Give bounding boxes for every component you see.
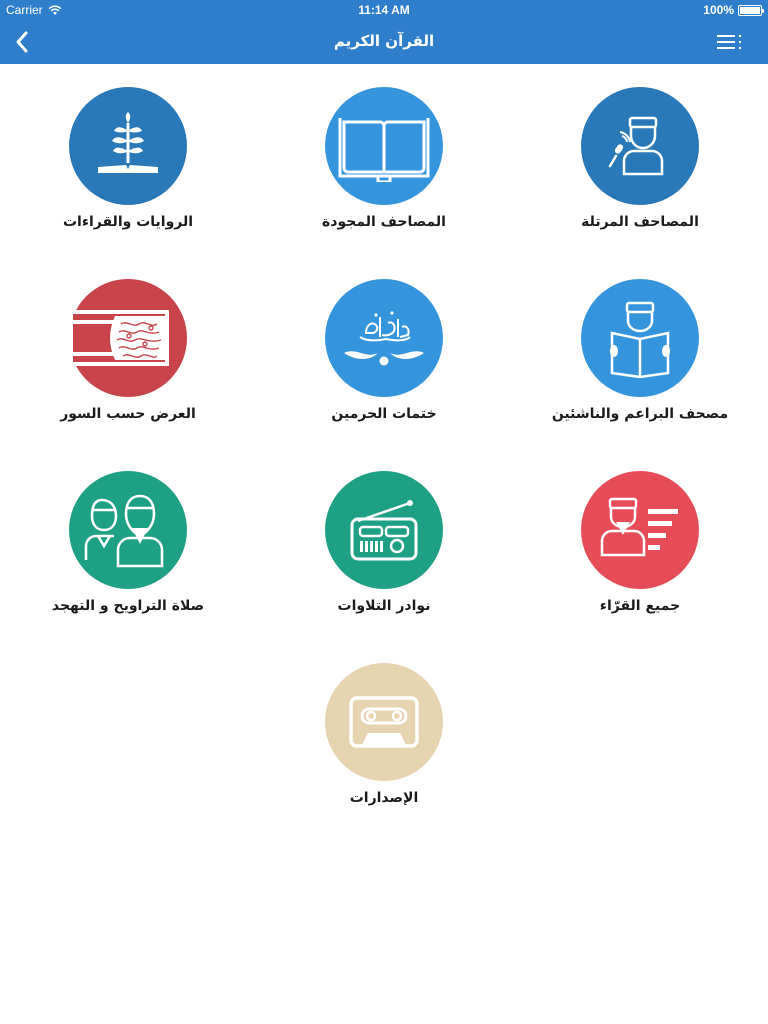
tile-label: صلاة التراويح و التهجد — [51, 598, 205, 614]
tile-label: مصحف البراعم والناشئين — [551, 406, 729, 422]
surah-banner-icon — [69, 310, 169, 366]
page-title: القرآن الكريم — [333, 32, 435, 50]
tile-label: المصاحف المجودة — [322, 214, 446, 230]
tile-circle — [581, 279, 699, 397]
menu-button[interactable] — [716, 30, 744, 54]
tile-children-mushaf[interactable]: مصحف البراعم والناشئين — [512, 256, 768, 448]
tile-circle — [69, 471, 187, 589]
radio-icon — [350, 500, 418, 561]
tile-murattal-mushafs[interactable]: المصاحف المرتلة — [512, 64, 768, 256]
tile-circle — [581, 471, 699, 589]
cassette-icon — [349, 696, 419, 748]
tile-rare-recitations[interactable]: نوادر التلاوات — [256, 448, 512, 640]
child-reading-icon — [610, 301, 670, 379]
tile-circle — [69, 87, 187, 205]
reciter-microphone-icon — [608, 116, 664, 176]
two-imams-icon — [84, 494, 164, 568]
tile-circle — [69, 279, 187, 397]
reciters-list-icon — [600, 497, 678, 557]
list-menu-icon — [717, 34, 742, 50]
battery-icon — [738, 4, 764, 16]
tile-label: جميع القرّاء — [599, 598, 681, 614]
back-button[interactable] — [8, 28, 36, 56]
tile-label: الروايات والقراءات — [62, 214, 194, 230]
tile-mujawwad-mushafs[interactable]: المصاحف المجودة — [256, 64, 512, 256]
nav-bar: القرآن الكريم — [0, 20, 768, 64]
status-time: 11:14 AM — [358, 3, 410, 17]
header: Carrier 11:14 AM 100% القرآن الكريم — [0, 0, 768, 64]
tile-all-reciters[interactable]: جميع القرّاء — [512, 448, 768, 640]
tile-taraweeh-tahajjud[interactable]: صلاة التراويح و التهجد — [0, 448, 256, 640]
tile-label: الإصدارات — [349, 790, 419, 806]
status-right: 100% — [703, 3, 764, 17]
tile-releases[interactable]: الإصدارات — [256, 640, 512, 832]
tile-haramain-khatmat[interactable]: ختمات الحرمين — [256, 256, 512, 448]
tile-surah-view[interactable]: العرض حسب السور — [0, 256, 256, 448]
tile-label: نوادر التلاوات — [337, 598, 431, 614]
tile-circle — [325, 471, 443, 589]
tile-label: المصاحف المرتلة — [581, 214, 699, 230]
book-plant-icon — [98, 112, 158, 173]
tile-circle — [325, 663, 443, 781]
battery-percent: 100% — [703, 3, 734, 17]
status-bar: Carrier 11:14 AM 100% — [0, 0, 768, 20]
tile-label: العرض حسب السور — [60, 406, 196, 422]
tile-circle — [581, 87, 699, 205]
tile-circle — [325, 279, 443, 397]
tile-riwayat-qiraat[interactable]: الروايات والقراءات — [0, 64, 256, 256]
quran-calligraphy-icon — [344, 311, 424, 366]
open-book-icon — [338, 118, 430, 182]
tile-label: ختمات الحرمين — [331, 406, 437, 422]
tile-circle — [325, 87, 443, 205]
chevron-left-icon — [16, 31, 28, 53]
